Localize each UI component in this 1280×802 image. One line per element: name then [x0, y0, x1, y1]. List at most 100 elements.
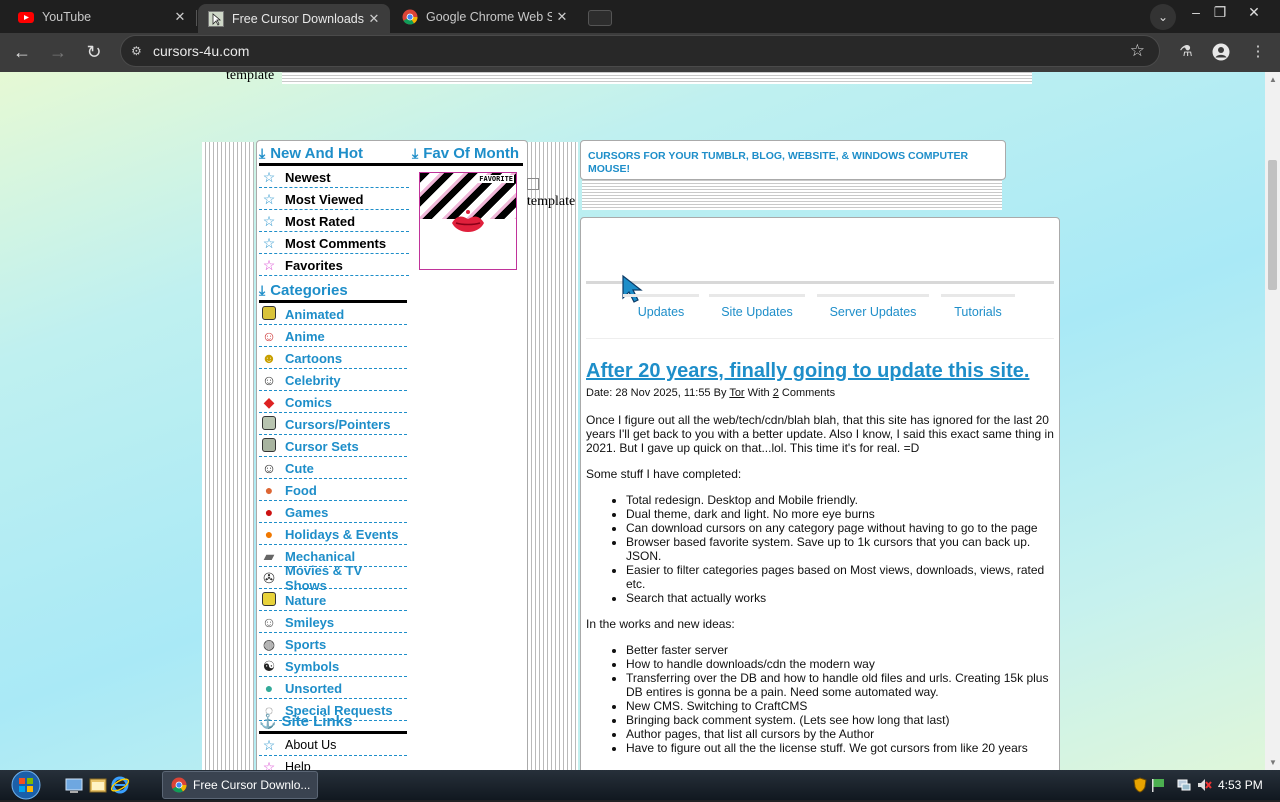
author-link[interactable]: Tor: [729, 387, 744, 399]
nav-item-most-rated[interactable]: ☆ Most Rated: [259, 211, 409, 232]
category-holidays-events[interactable]: ● Holidays & Events: [259, 524, 407, 545]
star-outline-icon: ☆: [262, 191, 276, 207]
internet-explorer-icon[interactable]: [108, 773, 132, 797]
chrome-icon: [171, 777, 187, 793]
category-animated[interactable]: Animated: [259, 304, 407, 325]
scroll-up-icon[interactable]: ▲: [1269, 75, 1277, 84]
subtab-server-updates[interactable]: Server Updates: [817, 294, 929, 319]
category-label: Movies & TV Shows: [285, 563, 363, 593]
cursors-pointers-icon: [261, 416, 277, 432]
star-outline-icon: ☆: [262, 759, 276, 770]
menu-kebab-icon[interactable]: ⋮: [1246, 40, 1270, 64]
restore-button[interactable]: ❐: [1205, 2, 1235, 22]
works-heading: In the works and new ideas:: [586, 617, 735, 631]
category-unsorted[interactable]: ● Unsorted: [259, 678, 407, 699]
scroll-down-icon[interactable]: ▼: [1269, 758, 1277, 767]
category-cursor-sets[interactable]: Cursor Sets: [259, 436, 407, 457]
post-title-link[interactable]: After 20 years, finally going to update …: [586, 359, 1056, 383]
tab-webstore[interactable]: Google Chrome Web Store ✕: [392, 4, 578, 30]
category-sports[interactable]: ◍ Sports: [259, 634, 407, 655]
category-label: Comics: [285, 394, 332, 410]
new-hot-list: ☆ Newest ☆ Most Viewed ☆ Most Rated ☆ Most C…: [259, 167, 409, 277]
broken-image-alt: template: [527, 194, 576, 209]
site-settings-icon[interactable]: ⚙: [131, 44, 147, 58]
back-button[interactable]: ←: [8, 39, 36, 65]
category-cartoons[interactable]: ☻ Cartoons: [259, 348, 407, 369]
nav-item-most-viewed[interactable]: ☆ Most Viewed: [259, 189, 409, 210]
subtab-tutorials[interactable]: Tutorials: [941, 294, 1015, 319]
scrollbar-thumb[interactable]: [1268, 160, 1277, 290]
site-link-about-us[interactable]: ☆ About Us: [259, 735, 407, 756]
site-link-label: About Us: [285, 738, 337, 752]
profile-icon[interactable]: [1209, 40, 1233, 64]
volume-muted-icon[interactable]: [1196, 777, 1212, 793]
categories-list: Animated ☺ Anime ☻ Cartoons ☺ Celebrity ◆ Co…: [259, 304, 407, 722]
category-food[interactable]: ● Food: [259, 480, 407, 501]
subtab-label: Updates: [637, 305, 685, 319]
new-tab-button[interactable]: [588, 10, 612, 26]
category-games[interactable]: ● Games: [259, 502, 407, 523]
list-item: Browser based favorite system. Save up t…: [626, 535, 1056, 563]
close-tab-icon[interactable]: ✕: [170, 9, 190, 25]
action-center-flag-icon[interactable]: [1150, 777, 1166, 793]
post: After 20 years, finally going to update …: [586, 359, 1056, 767]
category-cute[interactable]: ☺ Cute: [259, 458, 407, 479]
explorer-icon[interactable]: [86, 773, 110, 797]
cute-icon: ☺: [261, 460, 277, 476]
close-tab-icon[interactable]: ✕: [552, 9, 572, 25]
taskbar-chrome-window[interactable]: Free Cursor Downlo...: [162, 771, 318, 799]
subtab-updates[interactable]: Updates: [623, 294, 699, 319]
mechanical-icon: ▰: [263, 548, 275, 564]
category-label: Mechanical: [285, 548, 356, 564]
security-shield-icon[interactable]: [1132, 777, 1148, 793]
fav-of-month-image[interactable]: FAVORITE: [419, 172, 517, 270]
list-item: Easier to filter categories pages based …: [626, 563, 1056, 591]
category-movies-tv[interactable]: ✇ Movies & TV Shows: [259, 563, 407, 593]
category-label: Smileys: [285, 614, 335, 630]
nav-item-most-comments[interactable]: ☆ Most Comments: [259, 233, 409, 254]
left-frame-stripes: [202, 142, 254, 770]
site-links-header: ⚓ Site Links: [259, 713, 409, 730]
site-link-help[interactable]: ☆ Help: [259, 757, 407, 770]
close-window-button[interactable]: ✕: [1239, 2, 1269, 22]
list-item: Have to figure out all the the license s…: [626, 741, 1056, 755]
category-celebrity[interactable]: ☺ Celebrity: [259, 370, 407, 391]
category-nature[interactable]: Nature: [259, 590, 407, 611]
category-label: Cursors/Pointers: [285, 416, 391, 432]
tab-youtube[interactable]: YouTube ✕: [8, 4, 196, 30]
nav-label: Favorites: [285, 257, 343, 273]
new-and-hot-header: ⤓ New And Hot: [259, 145, 409, 162]
subtab-site-updates[interactable]: Site Updates: [709, 294, 805, 319]
nav-item-newest[interactable]: ☆ Newest: [259, 167, 409, 188]
windows-taskbar: Free Cursor Downlo... 4:53 PM: [0, 770, 1280, 800]
tab-cursors[interactable]: Free Cursor Downloads ✕: [198, 4, 390, 33]
close-tab-icon[interactable]: ✕: [364, 11, 384, 27]
address-bar[interactable]: ⚙ cursors-4u.com ☆: [120, 35, 1160, 67]
bookmark-star-icon[interactable]: ☆: [1130, 41, 1145, 61]
category-smileys[interactable]: ☺ Smileys: [259, 612, 407, 633]
show-desktop-icon[interactable]: [62, 773, 86, 797]
nav-label: Newest: [285, 169, 331, 185]
network-icon[interactable]: [1176, 777, 1192, 793]
labs-flask-icon[interactable]: ⚗: [1174, 40, 1198, 64]
category-comics[interactable]: ◆ Comics: [259, 392, 407, 413]
categories-header: ⤓ Categories: [259, 282, 409, 299]
list-item: Can download cursors on any category pag…: [626, 521, 1056, 535]
reload-button[interactable]: ↻: [80, 39, 108, 65]
category-anime[interactable]: ☺ Anime: [259, 326, 407, 347]
nav-item-favorites[interactable]: ☆ Favorites: [259, 255, 409, 276]
list-item: New CMS. Switching to CraftCMS: [626, 699, 1056, 713]
lips-icon: [452, 210, 484, 232]
category-label: Anime: [285, 328, 325, 344]
tab-divider: [196, 10, 197, 26]
forward-button[interactable]: →: [44, 39, 72, 65]
category-cursors-pointers[interactable]: Cursors/Pointers: [259, 414, 407, 435]
subtab-label: Server Updates: [829, 305, 917, 319]
category-symbols[interactable]: ☯ Symbols: [259, 656, 407, 677]
page-scrollbar[interactable]: ▲ ▼: [1265, 72, 1280, 770]
tab-search-button[interactable]: ⌄: [1150, 4, 1176, 30]
food-icon: ●: [264, 482, 274, 498]
yin-yang-icon: ☯: [262, 658, 276, 674]
start-button[interactable]: [6, 770, 46, 800]
task-title: Free Cursor Downlo...: [193, 778, 311, 792]
